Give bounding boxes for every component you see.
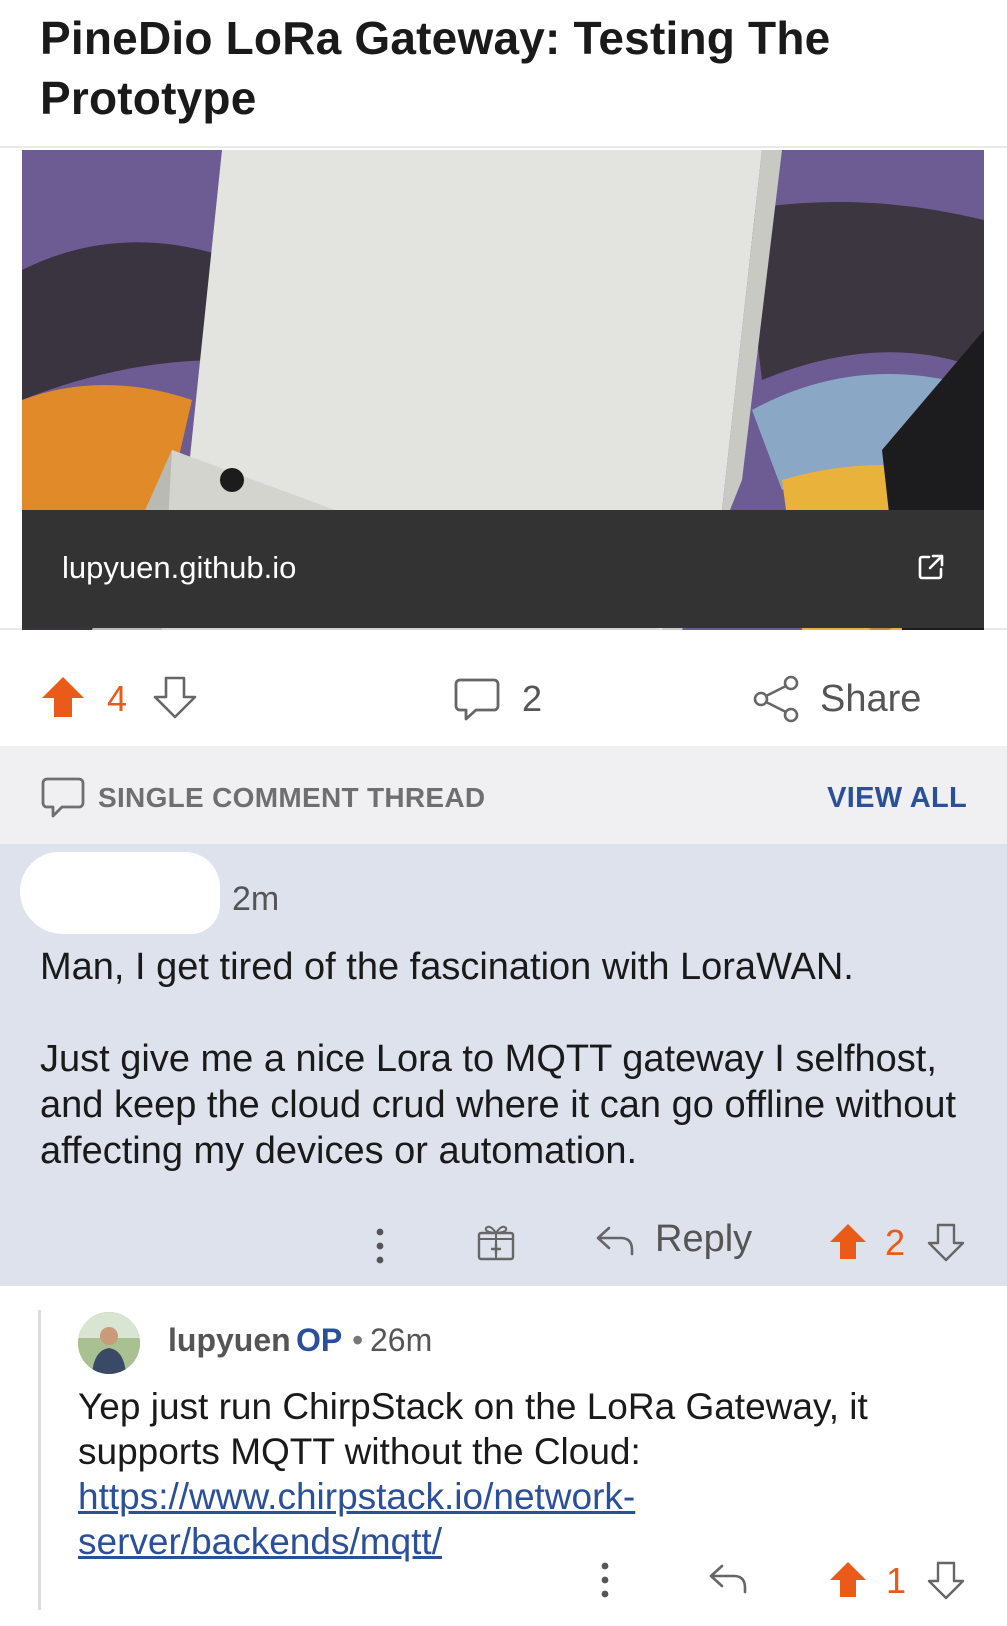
- reply-icon[interactable]: [595, 1224, 635, 1258]
- comment-actions: 1: [0, 1546, 1007, 1616]
- post-action-bar: 4 2 Share: [0, 640, 1007, 746]
- comment-vote-count: 2: [885, 1222, 906, 1263]
- comment-body: Yep just run ChirpStack on the LoRa Gate…: [78, 1384, 978, 1564]
- redacted-username: [20, 852, 220, 934]
- comment-bubble-icon: [41, 777, 85, 818]
- reply-comment: lupyuen OP • 26m Yep just run ChirpStack…: [0, 1286, 1007, 1626]
- more-options-icon[interactable]: [598, 1560, 612, 1600]
- comment-actions: Reply 2: [0, 1212, 1007, 1282]
- op-badge: OP: [296, 1322, 343, 1358]
- post-vote-count: 4: [107, 678, 128, 719]
- comment-paragraph: Man, I get tired of the fascination with…: [40, 946, 854, 988]
- upvote-filled-icon[interactable]: [40, 674, 86, 720]
- comment-text: Yep just run ChirpStack on the LoRa Gate…: [78, 1386, 868, 1472]
- award-icon[interactable]: [476, 1222, 516, 1262]
- comment-highlighted: 2m Man, I get tired of the fascination w…: [0, 844, 1007, 1286]
- link-domain[interactable]: lupyuen.github.io: [62, 550, 296, 586]
- post-title[interactable]: PineDio LoRa Gateway: Testing The Protot…: [40, 8, 960, 128]
- comment-paragraph: Just give me a nice Lora to MQTT gateway…: [40, 1038, 957, 1172]
- avatar[interactable]: [78, 1312, 140, 1374]
- downvote-icon[interactable]: [926, 1222, 966, 1262]
- view-all-button[interactable]: VIEW ALL: [827, 782, 967, 815]
- comment-body: Man, I get tired of the fascination with…: [40, 944, 980, 1220]
- comment-timestamp: 26m: [370, 1322, 433, 1358]
- upvote-filled-icon[interactable]: [828, 1560, 868, 1600]
- external-link-icon[interactable]: [916, 552, 946, 582]
- thread-label: SINGLE COMMENT THREAD: [98, 782, 486, 813]
- reply-button[interactable]: Reply: [655, 1218, 752, 1261]
- reply-icon[interactable]: [708, 1562, 748, 1596]
- share-icon[interactable]: [752, 674, 800, 724]
- upvote-filled-icon[interactable]: [828, 1222, 868, 1262]
- comment-vote-count: 1: [886, 1560, 907, 1601]
- post-comment-count[interactable]: 2: [522, 678, 542, 720]
- comment-author[interactable]: lupyuen: [168, 1322, 291, 1359]
- meta-separator: •: [352, 1322, 364, 1358]
- downvote-icon[interactable]: [152, 674, 198, 720]
- downvote-icon[interactable]: [926, 1560, 966, 1600]
- share-button[interactable]: Share: [820, 678, 921, 721]
- link-domain-bar[interactable]: lupyuen.github.io: [22, 510, 984, 628]
- single-comment-thread-bar: SINGLE COMMENT THREAD VIEW ALL: [0, 746, 1007, 844]
- comment-timestamp: 2m: [232, 880, 280, 918]
- comment-bubble-icon[interactable]: [452, 674, 502, 724]
- more-options-icon[interactable]: [373, 1226, 387, 1266]
